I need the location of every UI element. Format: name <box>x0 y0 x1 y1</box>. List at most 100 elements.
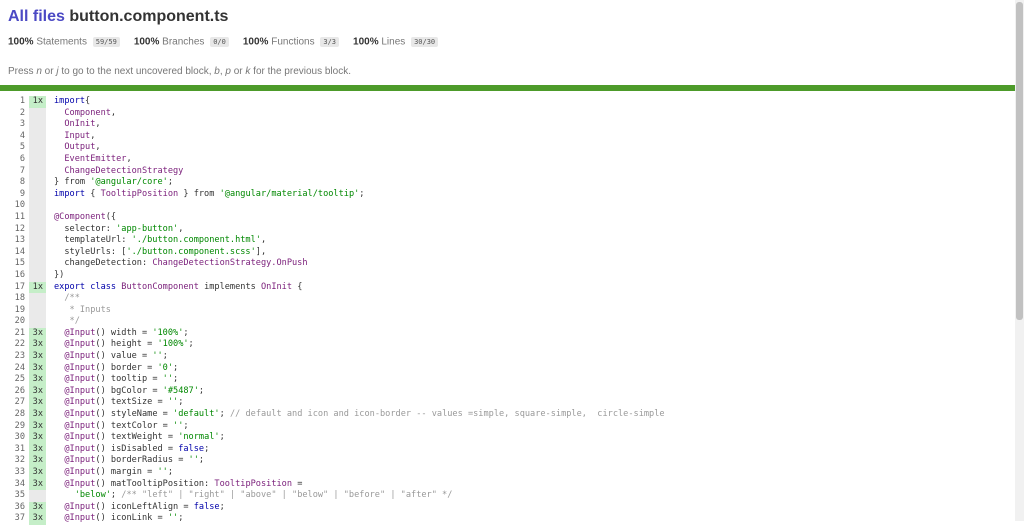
line-number[interactable]: 4 <box>0 131 29 143</box>
code-token: ; <box>204 443 210 454</box>
line-number[interactable]: 28 <box>0 409 29 421</box>
code-token: @Input <box>54 339 96 350</box>
line-number[interactable]: 19 <box>0 305 29 317</box>
source-code: @Input() textSize = ''; <box>46 397 665 409</box>
code-token: () bgColor = <box>95 385 163 396</box>
code-token: , <box>178 223 184 234</box>
code-token: , <box>95 119 101 130</box>
line-number[interactable]: 34 <box>0 479 29 491</box>
source-code: selector: 'app-button', <box>46 224 665 236</box>
code-token: }) <box>54 269 65 280</box>
source-code: styleUrls: ['./button.component.scss'], <box>46 247 665 259</box>
line-number[interactable]: 7 <box>0 166 29 178</box>
line-number[interactable]: 37 <box>0 513 29 525</box>
code-token: '@angular/core' <box>90 177 168 188</box>
code-token: @Input <box>54 409 96 420</box>
code-token: ; <box>188 339 194 350</box>
line-number[interactable]: 24 <box>0 363 29 375</box>
source-code: import{ <box>46 96 665 108</box>
line-number[interactable]: 8 <box>0 177 29 189</box>
code-token: @Input <box>54 455 96 466</box>
line-hit-count: 3x <box>29 397 46 410</box>
vertical-scrollbar[interactable] <box>1015 0 1024 521</box>
line-number[interactable]: 13 <box>0 235 29 247</box>
line-number[interactable]: 25 <box>0 374 29 386</box>
source-code: Component, <box>46 108 665 120</box>
line-number[interactable]: 30 <box>0 432 29 444</box>
line-hit-count: 1x <box>29 281 46 294</box>
line-number[interactable]: 10 <box>0 200 29 212</box>
code-token: Input <box>54 130 91 141</box>
code-token: () isDisabled = <box>95 443 179 454</box>
line-number[interactable]: 35 <box>0 490 29 502</box>
line-hit-count: 3x <box>29 420 46 433</box>
code-token: @Input <box>54 443 96 454</box>
code-token: implements <box>198 281 261 292</box>
code-token: false <box>178 443 205 454</box>
line-number[interactable]: 14 <box>0 247 29 259</box>
line-number[interactable]: 3 <box>0 119 29 131</box>
line-number[interactable]: 9 <box>0 189 29 201</box>
line-number[interactable]: 16 <box>0 270 29 282</box>
source-code: @Input() margin = ''; <box>46 467 665 479</box>
line-hit-count: 3x <box>29 467 46 479</box>
line-number[interactable]: 15 <box>0 258 29 270</box>
code-token: () value = <box>95 351 153 362</box>
line-hit-count <box>29 119 46 131</box>
line-hit-count: 3x <box>29 409 46 421</box>
all-files-link[interactable]: All files <box>8 8 65 25</box>
line-hit-count <box>29 269 46 282</box>
code-token: ChangeDetectionStrategy.OnPush <box>152 258 308 269</box>
code-line: 20 */ <box>0 316 665 328</box>
code-token: import <box>54 96 86 106</box>
code-token: TooltipPosition <box>214 478 293 489</box>
code-token: '#5487' <box>162 385 199 396</box>
code-token: ; <box>219 409 230 420</box>
line-number[interactable]: 36 <box>0 502 29 514</box>
line-number[interactable]: 5 <box>0 142 29 154</box>
code-line: 24 3x @Input() border = '0'; <box>0 362 665 375</box>
code-token: '' <box>167 397 179 408</box>
line-number[interactable]: 11 <box>0 212 29 224</box>
line-number[interactable]: 18 <box>0 293 29 305</box>
code-token: () border = <box>95 362 158 373</box>
code-token: { <box>292 281 303 292</box>
code-token: OnInit <box>54 119 96 130</box>
code-token: () iconLink = <box>95 513 168 524</box>
code-token: 'app-button' <box>116 223 179 234</box>
code-line: 25 3x @Input() tooltip = ''; <box>0 374 665 386</box>
line-hit-count: 3x <box>29 432 46 444</box>
line-number[interactable]: 12 <box>0 224 29 236</box>
code-line: 17 1x export class ButtonComponent impleme… <box>0 281 665 294</box>
code-token: ; <box>173 362 179 373</box>
line-number[interactable]: 31 <box>0 444 29 456</box>
code-token: , <box>126 153 132 164</box>
line-number[interactable]: 27 <box>0 397 29 409</box>
line-number[interactable]: 29 <box>0 421 29 433</box>
line-number[interactable]: 1 <box>0 96 29 108</box>
code-token: () height = <box>95 339 158 350</box>
line-number[interactable]: 23 <box>0 351 29 363</box>
source-code: export class ButtonComponent implements … <box>46 282 665 294</box>
code-line: 14 styleUrls: ['./button.component.scss'… <box>0 246 665 259</box>
page-title: All files button.component.ts <box>8 7 1016 26</box>
line-number[interactable]: 2 <box>0 108 29 120</box>
line-hit-count <box>29 211 46 224</box>
line-number[interactable]: 26 <box>0 386 29 398</box>
code-token: Output <box>54 142 96 153</box>
line-number[interactable]: 33 <box>0 467 29 479</box>
line-number[interactable]: 21 <box>0 328 29 340</box>
line-number[interactable]: 32 <box>0 455 29 467</box>
code-line: 19 * Inputs <box>0 304 665 317</box>
code-token: '@angular/material/tooltip' <box>219 188 360 199</box>
code-line: 10 <box>0 200 665 212</box>
code-token: ], <box>255 246 267 257</box>
line-number[interactable]: 20 <box>0 316 29 328</box>
line-number[interactable]: 17 <box>0 282 29 294</box>
code-line: 28 3x @Input() styleName = 'default'; // … <box>0 409 665 421</box>
line-number[interactable]: 22 <box>0 339 29 351</box>
code-token: ; <box>178 513 184 524</box>
scrollbar-thumb[interactable] <box>1016 2 1023 320</box>
source-code: * Inputs <box>46 305 665 317</box>
line-number[interactable]: 6 <box>0 154 29 166</box>
